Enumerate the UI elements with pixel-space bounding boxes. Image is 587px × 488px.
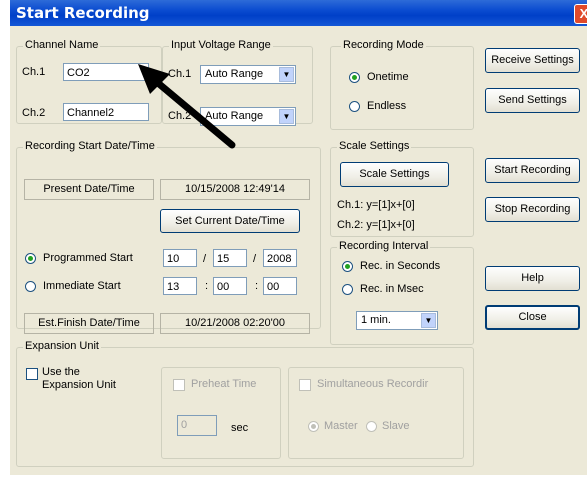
annotation-arrow-icon bbox=[138, 64, 236, 149]
